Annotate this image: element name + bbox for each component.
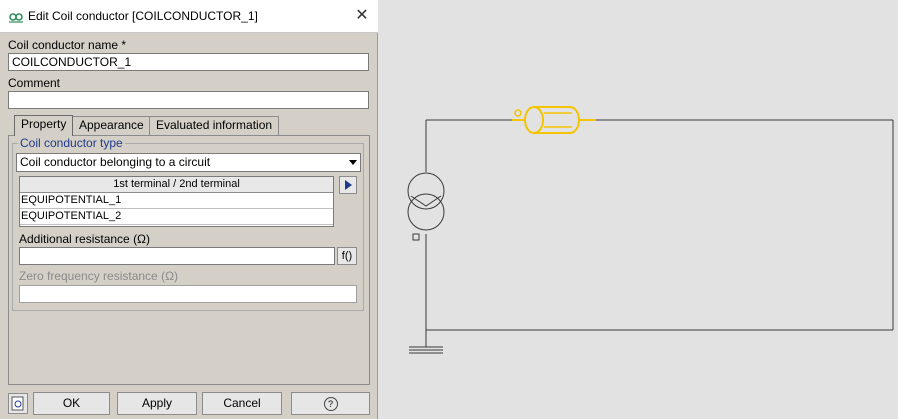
terminal-table: 1st terminal / 2nd terminal EQUIPOTENTIA…: [19, 176, 334, 227]
close-icon[interactable]: ✕: [352, 6, 372, 26]
dropdown-arrow-icon: [349, 160, 357, 165]
help-button[interactable]: ?: [291, 392, 370, 415]
tab-evaluated-information[interactable]: Evaluated information: [149, 116, 280, 135]
coil-conductor-icon: [9, 13, 23, 23]
additional-resistance-label: Additional resistance (Ω): [19, 232, 151, 246]
dialog-title: Edit Coil conductor [COILCONDUCTOR_1]: [28, 9, 258, 23]
select-terminals-button[interactable]: [339, 176, 357, 194]
play-icon: [345, 180, 352, 190]
table-row[interactable]: EQUIPOTENTIAL_1: [20, 193, 333, 209]
zero-frequency-resistance-label: Zero frequency resistance (Ω): [19, 269, 179, 283]
coil-conductor-type-select[interactable]: Coil conductor belonging to a circuit: [16, 153, 361, 172]
tab-appearance[interactable]: Appearance: [72, 116, 151, 135]
ground-symbol: [409, 346, 443, 354]
terminal-table-header: 1st terminal / 2nd terminal: [20, 177, 333, 193]
zero-frequency-resistance-input: [19, 285, 357, 303]
edit-coil-conductor-dialog: Edit Coil conductor [COILCONDUCTOR_1] ✕ …: [0, 0, 378, 419]
additional-resistance-input[interactable]: [19, 247, 335, 265]
table-row[interactable]: EQUIPOTENTIAL_2: [20, 209, 333, 225]
help-icon: ?: [323, 396, 338, 411]
coil-conductor-symbol: [512, 106, 596, 134]
comment-input[interactable]: [8, 91, 369, 109]
ok-button[interactable]: OK: [33, 392, 110, 415]
snapshot-icon[interactable]: [8, 393, 28, 414]
apply-button[interactable]: Apply: [117, 392, 197, 415]
dialog-titlebar[interactable]: Edit Coil conductor [COILCONDUCTOR_1] ✕: [0, 0, 378, 33]
formula-button[interactable]: f(): [337, 247, 357, 265]
name-label: Coil conductor name *: [8, 38, 127, 52]
cancel-button[interactable]: Cancel: [202, 392, 282, 415]
tab-property[interactable]: Property: [14, 115, 74, 136]
comment-label: Comment: [8, 76, 61, 90]
document-icon: [11, 396, 24, 411]
current-source-symbol: [407, 172, 445, 241]
coil-conductor-type-title: Coil conductor type: [18, 136, 125, 150]
coil-conductor-type-value: Coil conductor belonging to a circuit: [20, 155, 211, 169]
name-input[interactable]: [8, 53, 369, 71]
